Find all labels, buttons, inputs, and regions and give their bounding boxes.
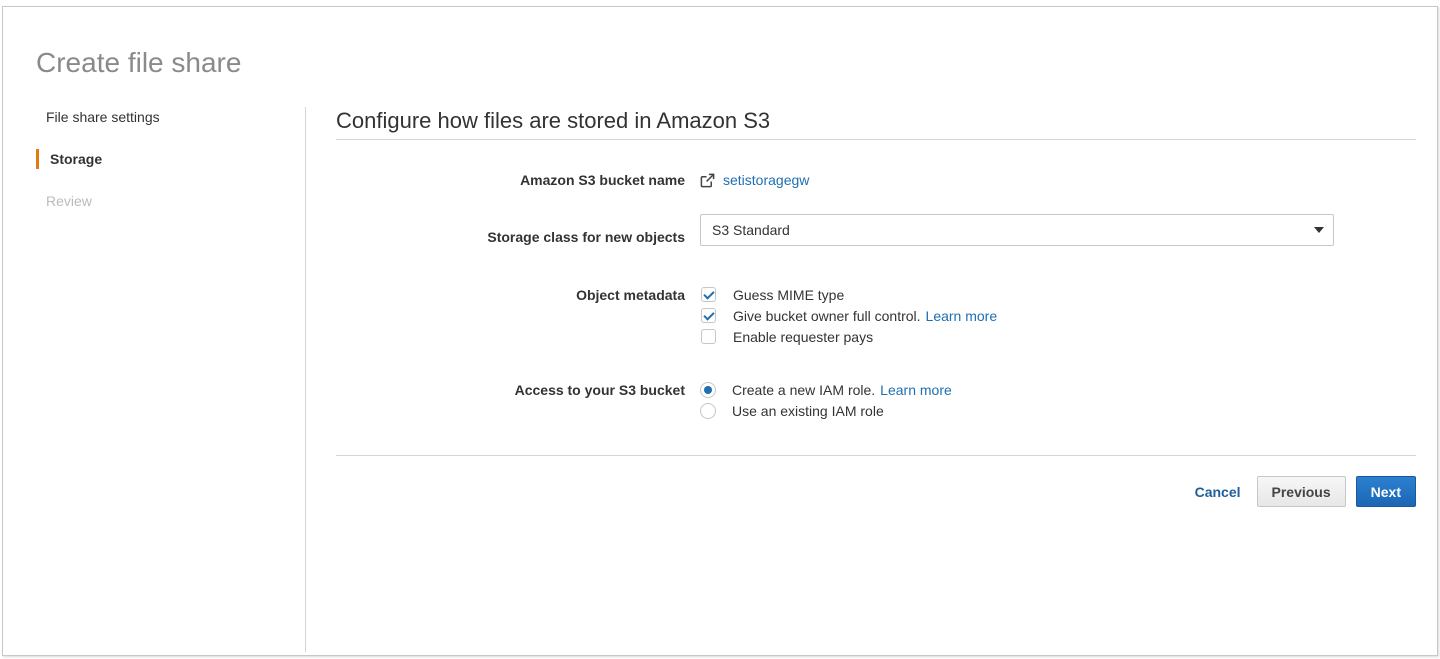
new-iam-role-option[interactable]: Create a new IAM role. Learn more bbox=[700, 379, 952, 400]
main-content: Configure how files are stored in Amazon… bbox=[336, 107, 1416, 507]
chevron-down-icon bbox=[1314, 227, 1324, 233]
step-storage[interactable]: Storage bbox=[36, 149, 286, 191]
wizard-steps-nav: File share settings Storage Review bbox=[36, 107, 286, 233]
requester-pays-checkbox[interactable] bbox=[701, 329, 716, 344]
storage-class-selected: S3 Standard bbox=[712, 222, 790, 238]
learn-more-link[interactable]: Learn more bbox=[926, 308, 998, 324]
guess-mime-option[interactable]: Guess MIME type bbox=[700, 284, 844, 305]
existing-iam-role-radio[interactable] bbox=[700, 402, 716, 419]
bucket-owner-control-option[interactable]: Give bucket owner full control. Learn mo… bbox=[700, 305, 997, 326]
section-title: Configure how files are stored in Amazon… bbox=[336, 107, 1416, 140]
bucket-owner-control-label: Give bucket owner full control. bbox=[733, 307, 921, 324]
bucket-name-label: Amazon S3 bucket name bbox=[520, 172, 685, 188]
requester-pays-label: Enable requester pays bbox=[733, 328, 874, 345]
next-button[interactable]: Next bbox=[1355, 476, 1416, 507]
action-buttons: Cancel Previous Next bbox=[1195, 476, 1416, 507]
storage-class-select[interactable]: S3 Standard bbox=[700, 214, 1334, 246]
step-file-share-settings[interactable]: File share settings bbox=[36, 107, 286, 149]
page-title: Create file share bbox=[36, 47, 242, 78]
learn-more-link[interactable]: Learn more bbox=[880, 382, 952, 398]
bucket-owner-control-checkbox[interactable] bbox=[701, 308, 716, 323]
existing-iam-role-label: Use an existing IAM role bbox=[732, 402, 884, 419]
horizontal-divider bbox=[336, 455, 1416, 456]
bucket-link[interactable]: setistoragegw bbox=[700, 172, 809, 188]
vertical-divider bbox=[305, 107, 306, 652]
object-metadata-label: Object metadata bbox=[576, 287, 685, 303]
external-link-icon bbox=[700, 173, 715, 187]
bucket-access-label: Access to your S3 bucket bbox=[514, 382, 685, 398]
wizard-panel: Create file share File share settings St… bbox=[2, 6, 1438, 656]
new-iam-role-radio[interactable] bbox=[700, 381, 716, 398]
cancel-button[interactable]: Cancel bbox=[1195, 484, 1241, 500]
storage-class-label: Storage class for new objects bbox=[487, 229, 685, 245]
guess-mime-checkbox[interactable] bbox=[701, 287, 716, 302]
bucket-link-text: setistoragegw bbox=[723, 172, 810, 188]
bucket-name-value: setistoragegw bbox=[700, 172, 809, 191]
requester-pays-option[interactable]: Enable requester pays bbox=[700, 326, 873, 347]
guess-mime-label: Guess MIME type bbox=[733, 286, 845, 303]
step-review: Review bbox=[46, 193, 92, 209]
existing-iam-role-option[interactable]: Use an existing IAM role bbox=[700, 400, 884, 421]
previous-button[interactable]: Previous bbox=[1256, 476, 1346, 507]
new-iam-role-label: Create a new IAM role. bbox=[732, 381, 876, 398]
